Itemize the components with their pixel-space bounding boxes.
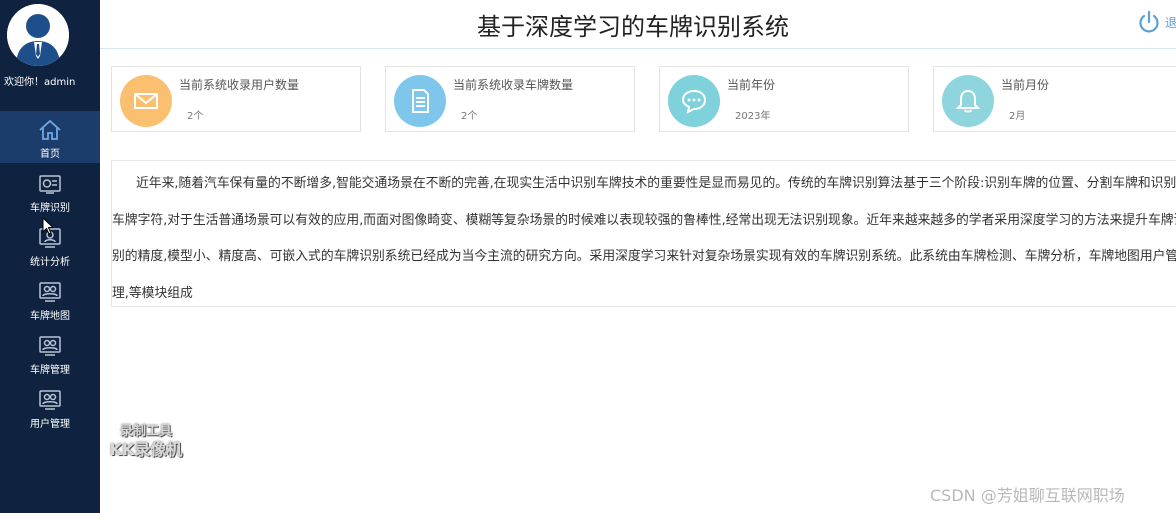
- stat-value: 2023年: [735, 111, 771, 122]
- avatar[interactable]: [7, 4, 69, 66]
- sidebar-item-label: 车牌地图: [30, 311, 70, 322]
- stat-card-year: 当前年份 2023年: [659, 66, 909, 132]
- header-divider: [100, 48, 1176, 49]
- sidebar-item-user-manage[interactable]: 用户管理: [0, 381, 100, 433]
- plate-recognition-icon: [39, 175, 61, 194]
- sidebar-item-label: 统计分析: [30, 257, 70, 268]
- plate-map-icon: [39, 282, 61, 302]
- sidebar-item-plate-map[interactable]: 车牌地图: [0, 273, 100, 325]
- plate-manage-icon: [39, 336, 61, 356]
- recorder-watermark-line2: KK录像机: [109, 440, 183, 459]
- stat-value: 2个: [461, 111, 478, 122]
- stat-card-users: 当前系统收录用户数量 2个: [111, 66, 361, 132]
- stat-icon-circle: [120, 75, 172, 127]
- logout-label: 退: [1165, 15, 1176, 30]
- stat-icon-circle: [668, 75, 720, 127]
- csdn-watermark: CSDN @芳姐聊互联网职场: [930, 486, 1125, 505]
- user-manage-icon: [39, 390, 61, 410]
- power-icon: [1139, 10, 1159, 33]
- logout-button[interactable]: 退: [1137, 10, 1176, 34]
- stat-icon-circle: [394, 75, 446, 127]
- document-icon: [412, 89, 429, 113]
- stat-value: 2月: [1009, 111, 1026, 122]
- sidebar-item-plate-recognition[interactable]: 车牌识别: [0, 165, 100, 217]
- sidebar: 欢迎你！admin 首页 车牌识别 统计分析 车牌地图 车牌管理 用户管理: [0, 0, 100, 513]
- chat-icon: [681, 89, 707, 114]
- stat-title: 当前月份: [1001, 78, 1050, 92]
- user-avatar-icon: [7, 4, 69, 66]
- stat-title: 当前年份: [727, 78, 776, 92]
- home-icon: [39, 119, 61, 140]
- stat-card-plates: 当前系统收录车牌数量 2个: [385, 66, 635, 132]
- recorder-watermark-line1: 录制工具: [119, 424, 172, 439]
- sidebar-item-label: 车牌识别: [30, 203, 70, 214]
- stat-title: 当前系统收录车牌数量: [453, 78, 574, 92]
- sidebar-item-label: 首页: [40, 149, 60, 160]
- sidebar-item-plate-manage[interactable]: 车牌管理: [0, 327, 100, 379]
- stat-icon-circle: [942, 75, 994, 127]
- stat-card-month: 当前月份 2月: [933, 66, 1176, 132]
- sidebar-item-label: 车牌管理: [30, 365, 70, 376]
- stat-value: 2个: [187, 111, 204, 122]
- intro-text: 近年来,随着汽车保有量的不断增多,智能交通场景在不断的完善,在现实生活中识别车牌…: [112, 176, 1176, 301]
- intro-panel: 近年来,随着汽车保有量的不断增多,智能交通场景在不断的完善,在现实生活中识别车牌…: [111, 160, 1176, 307]
- sidebar-item-label: 用户管理: [30, 419, 70, 430]
- welcome-text: 欢迎你！admin: [4, 77, 76, 88]
- mail-icon: [134, 93, 158, 109]
- recorder-watermark: 录制工具 KK录像机: [96, 423, 196, 459]
- stat-title: 当前系统收录用户数量: [179, 78, 300, 92]
- sidebar-item-home[interactable]: 首页: [0, 111, 100, 163]
- page-title: 基于深度学习的车牌识别系统: [477, 12, 789, 41]
- bell-icon: [955, 89, 981, 113]
- mouse-cursor-icon: [42, 217, 54, 235]
